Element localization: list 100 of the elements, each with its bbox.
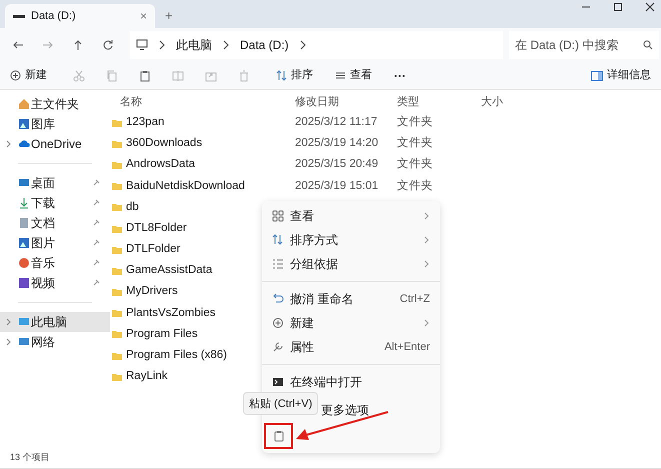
search-icon — [643, 40, 653, 50]
sort-icon — [272, 234, 284, 246]
new-tab-button[interactable]: + — [165, 6, 173, 25]
plus-circle-icon — [272, 317, 284, 329]
sidebar-item[interactable]: 下载 — [0, 193, 110, 213]
file-name[interactable]: AndrowsData — [126, 156, 196, 174]
file-name[interactable]: DTL8Folder — [126, 220, 187, 238]
file-type: 文件夹 — [397, 158, 433, 170]
chevron-right-icon — [424, 260, 430, 268]
folder-icon — [112, 182, 122, 190]
grid-icon — [272, 210, 284, 222]
undo-icon — [272, 293, 284, 305]
file-name[interactable]: RayLink — [126, 368, 168, 386]
file-name[interactable]: 123pan — [126, 114, 164, 132]
chevron-right-icon — [298, 40, 307, 50]
folder-icon — [112, 246, 122, 254]
modified-date: 2025/3/15 20:49 — [295, 158, 378, 170]
list-icon — [335, 70, 346, 81]
up-arrow-icon[interactable] — [72, 39, 84, 51]
folder-icon — [112, 160, 122, 169]
clipboard-icon — [272, 430, 284, 442]
sidebar-item[interactable]: 网络 — [0, 332, 110, 352]
menu-item[interactable]: 在终端中打开 — [262, 370, 440, 394]
breadcrumb-item[interactable]: Data (D:) — [240, 36, 289, 54]
menu-item[interactable]: 撤消 重命名 Ctrl+Z — [262, 287, 440, 311]
sidebar-item[interactable]: OneDrive — [0, 134, 110, 154]
file-name[interactable]: BaiduNetdiskDownload — [126, 178, 245, 195]
window-tab[interactable]: Data (D:) × — [5, 4, 155, 28]
item-count: 13 个项目 — [10, 450, 50, 464]
file-name[interactable]: 360Downloads — [126, 135, 202, 152]
sidebar-item[interactable]: 主文件夹 — [0, 94, 110, 114]
sidebar-item[interactable]: 音乐 — [0, 253, 110, 273]
modified-date: 2025/3/19 15:01 — [295, 180, 378, 192]
folder-icon — [112, 224, 122, 233]
folder-icon — [112, 140, 122, 148]
terminal-icon — [272, 376, 284, 388]
folder-icon — [112, 118, 122, 127]
sort-button[interactable]: 排序 — [276, 67, 313, 84]
column-header[interactable]: 类型 — [397, 94, 481, 110]
folder-icon — [112, 266, 122, 275]
refresh-icon[interactable] — [102, 39, 114, 51]
details-button[interactable]: 详细信息 — [591, 67, 651, 84]
chevron-right-icon — [6, 318, 12, 326]
file-name[interactable]: Program Files (x86) — [126, 347, 227, 364]
back-arrow-icon[interactable] — [12, 39, 24, 51]
file-name[interactable]: DTLFolder — [126, 241, 180, 258]
menu-item[interactable]: 分组依据 — [262, 252, 440, 276]
breadcrumb-item[interactable]: 此电脑 — [176, 36, 212, 54]
folder-icon — [112, 288, 122, 296]
file-name[interactable]: db — [126, 198, 139, 216]
download-icon — [18, 197, 30, 209]
sidebar-item[interactable]: 文档 — [0, 213, 110, 233]
sidebar-item[interactable]: 图库 — [0, 114, 110, 134]
chevron-right-icon — [424, 212, 430, 220]
menu-item[interactable]: 属性 Alt+Enter — [262, 335, 440, 359]
cloud-icon — [18, 138, 30, 150]
plus-circle-icon — [10, 70, 21, 81]
more-button[interactable]: ··· — [394, 66, 406, 84]
folder-icon — [112, 330, 122, 338]
house-icon — [18, 98, 30, 110]
maximize-icon[interactable] — [613, 2, 623, 12]
column-header[interactable]: 修改日期 — [295, 94, 397, 110]
image-icon — [18, 237, 30, 249]
list-icon — [272, 258, 284, 270]
file-name[interactable]: MyDrivers — [126, 283, 178, 301]
sidebar-item[interactable]: 此电脑 — [0, 312, 110, 332]
sidebar-item[interactable]: 桌面 — [0, 173, 110, 193]
menu-item[interactable]: 查看 — [262, 204, 440, 228]
tab-title: Data (D:) — [31, 8, 77, 24]
search-field[interactable]: 在 Data (D:) 中搜索 — [509, 31, 659, 59]
close-icon[interactable] — [645, 2, 655, 12]
paste-icon[interactable] — [139, 70, 151, 82]
folder-icon — [112, 372, 122, 381]
sidebar-item[interactable]: 视频 — [0, 273, 110, 293]
paste-button[interactable] — [264, 423, 293, 449]
new-button[interactable]: 新建 — [10, 67, 47, 84]
column-header[interactable]: 大小 — [481, 94, 561, 110]
file-name[interactable]: Program Files — [126, 326, 198, 344]
file-name[interactable]: PlantsVsZombies — [126, 304, 216, 322]
view-button[interactable]: 查看 — [335, 67, 372, 84]
file-type: 文件夹 — [397, 180, 433, 192]
file-name[interactable]: GameAssistData — [126, 262, 212, 280]
chevron-right-icon — [222, 40, 230, 50]
sort-icon — [276, 70, 287, 81]
folder-icon — [112, 203, 122, 212]
chevron-right-icon — [424, 236, 430, 244]
sidebar-item[interactable]: 图片 — [0, 233, 110, 253]
folder-icon — [112, 309, 122, 318]
menu-item[interactable]: 新建 — [262, 311, 440, 335]
file-type: 文件夹 — [397, 116, 433, 128]
close-tab-button[interactable]: × — [140, 7, 147, 25]
details-pane-icon — [591, 70, 603, 80]
chevron-right-icon — [424, 319, 430, 327]
chevron-right-icon — [158, 40, 166, 50]
address-bar[interactable]: 此电脑 Data (D:) — [130, 31, 503, 59]
modified-date: 2025/3/19 14:20 — [295, 137, 378, 150]
file-type: 文件夹 — [397, 137, 433, 150]
menu-item[interactable]: 排序方式 — [262, 228, 440, 252]
column-header[interactable]: 名称 — [110, 94, 295, 110]
tooltip: 粘贴 (Ctrl+V) — [243, 392, 318, 415]
